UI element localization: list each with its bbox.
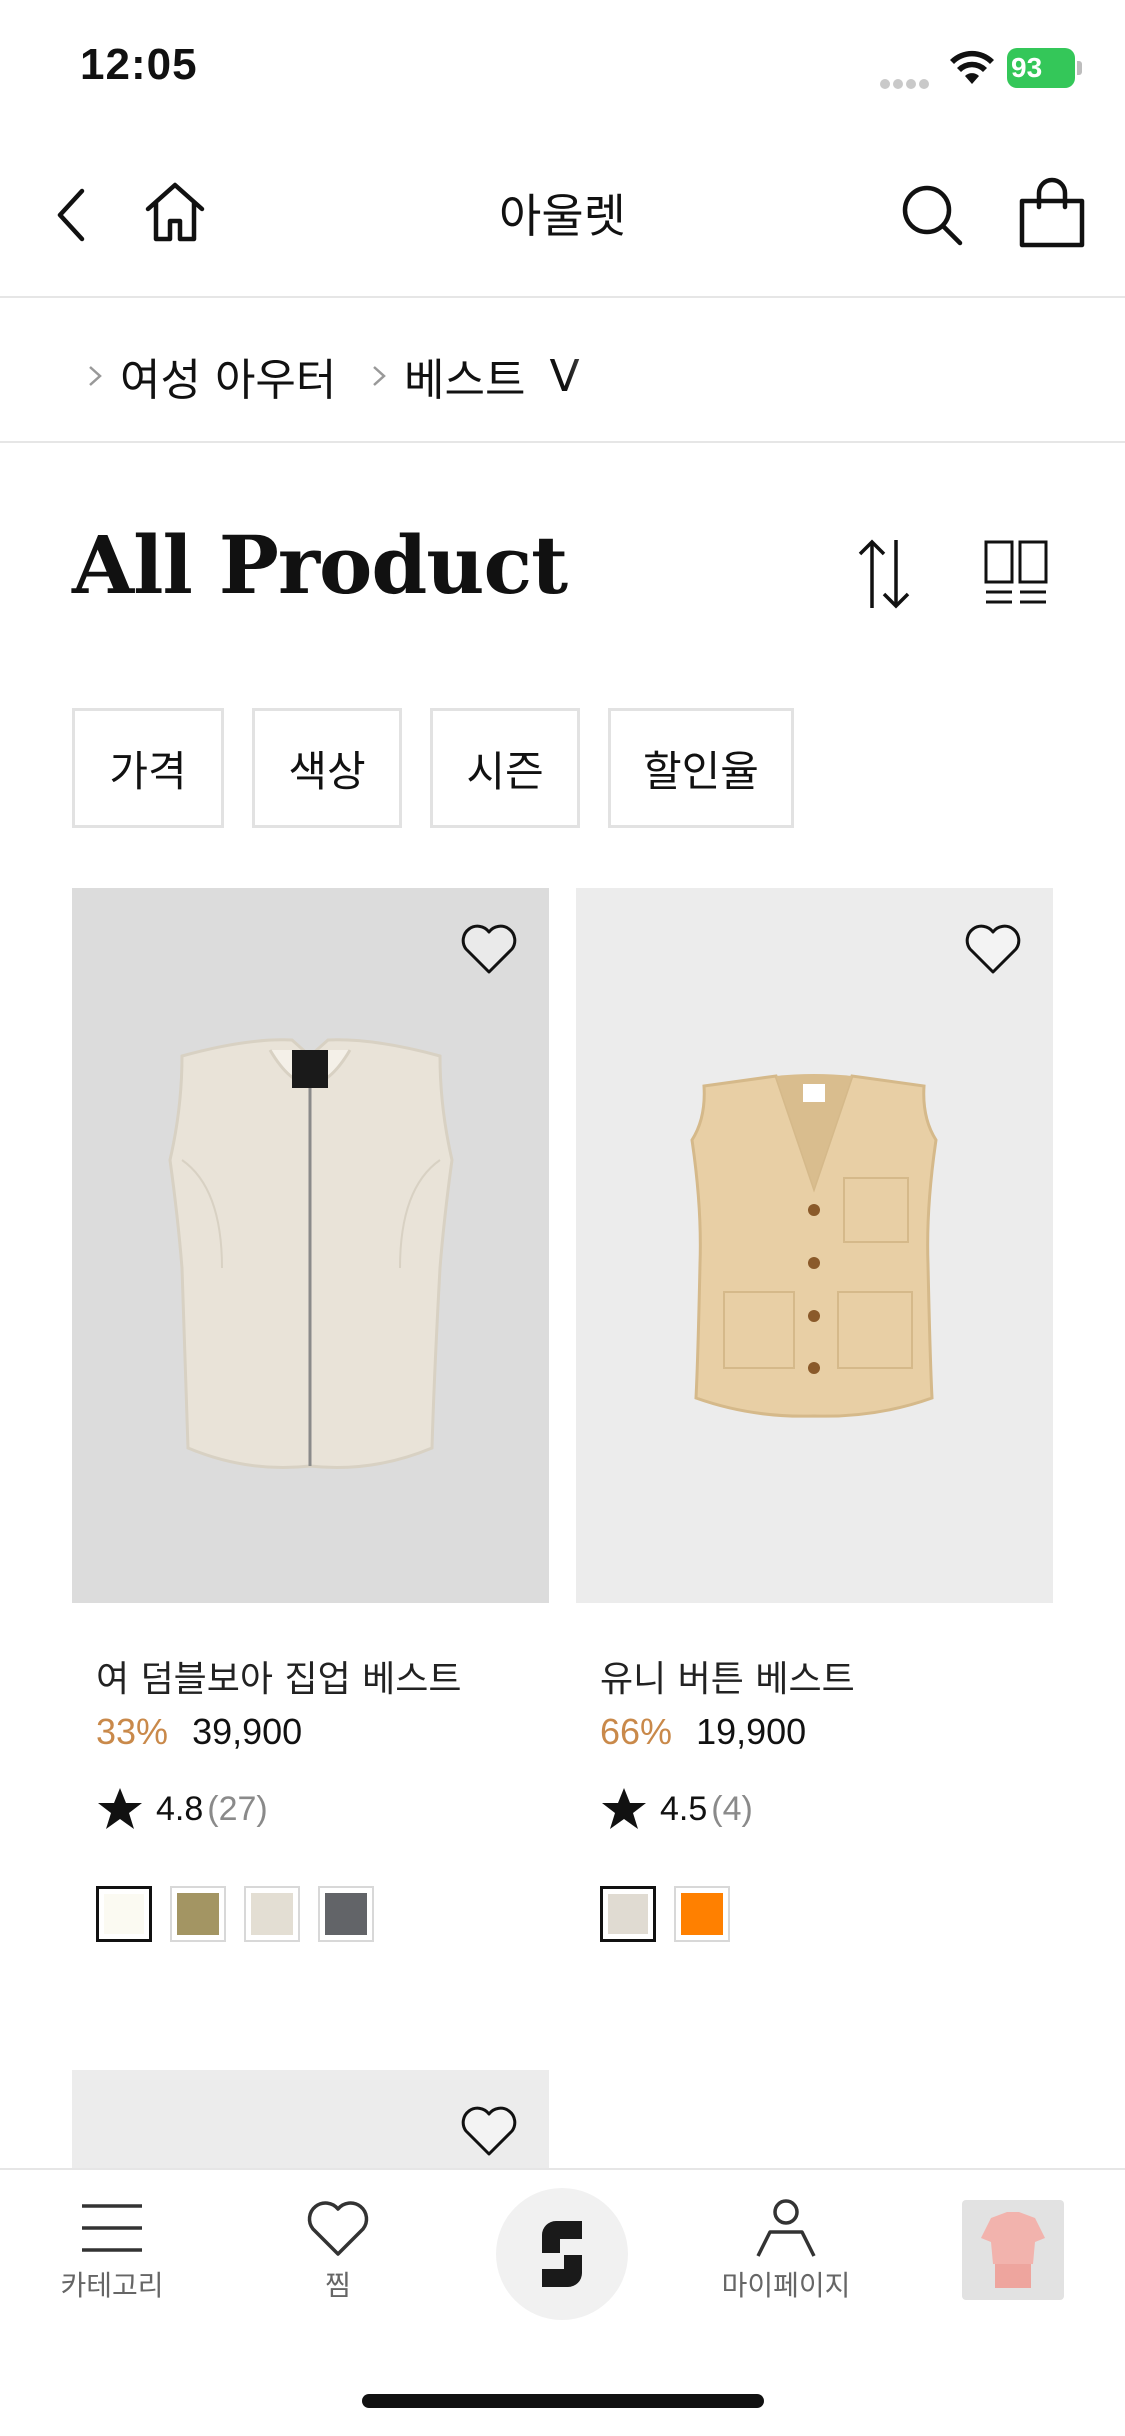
brand-logo-icon xyxy=(542,2221,582,2287)
user-icon xyxy=(756,2199,816,2257)
tab-mypage[interactable]: 마이페이지 xyxy=(706,2198,866,2304)
review-count: (4) xyxy=(711,1789,753,1828)
color-swatch[interactable] xyxy=(170,1886,226,1942)
menu-icon xyxy=(82,2204,142,2252)
shopping-bag-icon[interactable] xyxy=(1016,177,1088,249)
discount-rate: 33% xyxy=(96,1711,169,1752)
tab-category[interactable]: 카테고리 xyxy=(32,2198,192,2304)
wifi-icon xyxy=(950,50,994,84)
filter-discount-rate[interactable]: 할인율 xyxy=(608,708,794,828)
button-vest-image xyxy=(690,1074,938,1418)
sort-icon[interactable] xyxy=(852,536,916,612)
product-card[interactable]: 여 덤블보아 집업 베스트 33% 39,900 4.8 (27) xyxy=(72,888,549,1942)
home-indicator xyxy=(362,2394,764,2408)
search-icon[interactable] xyxy=(900,183,964,247)
filter-price[interactable]: 가격 xyxy=(72,708,224,828)
heart-icon xyxy=(307,2201,369,2256)
battery-icon: 93 xyxy=(1007,48,1083,88)
product-card[interactable]: 유니 버튼 베스트 66% 19,900 4.5 (4) xyxy=(576,888,1053,1942)
price: 19,900 xyxy=(696,1711,807,1752)
filter-season[interactable]: 시즌 xyxy=(430,708,580,828)
filter-color[interactable]: 색상 xyxy=(252,708,402,828)
rating-row: 4.8 (27) xyxy=(96,1786,268,1832)
discount-rate: 66% xyxy=(600,1711,673,1752)
color-swatch[interactable] xyxy=(96,1886,152,1942)
review-count: (27) xyxy=(207,1789,268,1828)
product-image[interactable] xyxy=(576,888,1053,1603)
product-name[interactable]: 유니 버튼 베스트 xyxy=(600,1650,855,1702)
brand-logo-button[interactable] xyxy=(496,2188,628,2320)
signal-icon xyxy=(880,74,936,89)
color-swatches xyxy=(96,1886,374,1942)
star-icon xyxy=(98,1788,142,1829)
recently-viewed-thumbnail[interactable] xyxy=(962,2200,1064,2300)
home-icon[interactable] xyxy=(142,179,208,245)
product-image[interactable] xyxy=(72,888,549,1603)
status-bar: 12:05 93 xyxy=(0,0,1125,135)
price: 39,900 xyxy=(192,1711,303,1752)
filter-bar: 가격 색상 시즌 할인율 xyxy=(72,708,794,828)
back-icon[interactable] xyxy=(50,185,94,245)
tab-label: 마이페이지 xyxy=(721,2269,851,2302)
color-swatch[interactable] xyxy=(674,1886,730,1942)
rating-value: 4.8 xyxy=(156,1789,204,1828)
heart-icon[interactable] xyxy=(963,922,1023,976)
battery-level: 93 xyxy=(1007,48,1075,88)
price-row: 66% 19,900 xyxy=(600,1711,806,1753)
star-icon xyxy=(602,1788,646,1829)
grid-view-icon[interactable] xyxy=(984,540,1048,606)
status-time: 12:05 xyxy=(80,40,198,89)
chevron-right-icon xyxy=(89,366,102,386)
breadcrumb-fade xyxy=(565,300,1125,441)
recent-product-image xyxy=(981,2212,1045,2288)
page-title: All Product xyxy=(72,518,568,612)
tab-label: 찜 xyxy=(325,2269,351,2302)
breadcrumb-label: 베스트 xyxy=(404,355,526,406)
price-row: 33% 39,900 xyxy=(96,1711,302,1753)
product-name[interactable]: 여 덤블보아 집업 베스트 xyxy=(96,1650,462,1702)
boa-vest-image xyxy=(168,1038,454,1469)
tab-wishlist[interactable]: 찜 xyxy=(258,2198,418,2304)
rating-row: 4.5 (4) xyxy=(600,1786,753,1832)
heart-icon[interactable] xyxy=(459,922,519,976)
breadcrumb-label: 여성 아우터 xyxy=(120,355,337,406)
breadcrumb-item-women-outer[interactable]: 여성 아우터 xyxy=(84,344,336,408)
breadcrumb-item-vest[interactable]: 베스트 V xyxy=(368,344,580,408)
color-swatch[interactable] xyxy=(244,1886,300,1942)
color-swatch[interactable] xyxy=(318,1886,374,1942)
color-swatch[interactable] xyxy=(600,1886,656,1942)
rating-value: 4.5 xyxy=(660,1789,708,1828)
heart-icon[interactable] xyxy=(459,2104,519,2158)
tab-label: 카테고리 xyxy=(60,2269,164,2302)
chevron-right-icon xyxy=(373,366,386,386)
breadcrumb: 여성 아우터 베스트 V xyxy=(0,300,1125,443)
top-header: 아울렛 xyxy=(0,135,1125,298)
color-swatches xyxy=(600,1886,730,1942)
